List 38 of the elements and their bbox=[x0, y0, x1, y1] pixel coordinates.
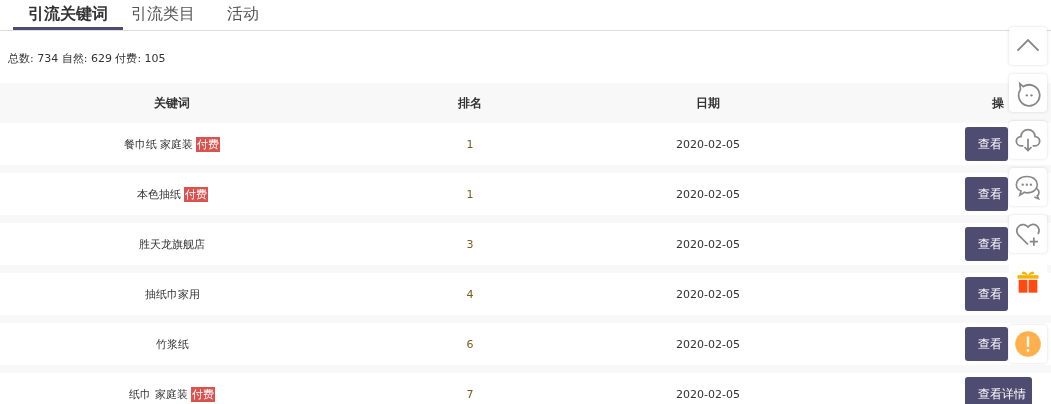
view-details-button[interactable]: 查看 bbox=[965, 277, 1008, 311]
paid-tag: 付费 bbox=[196, 136, 221, 152]
paid-tag: 付费 bbox=[183, 186, 208, 202]
keyword-text: 抽纸巾家用 bbox=[144, 286, 200, 302]
date-text: 2020-02-05 bbox=[676, 187, 740, 201]
date-text: 2020-02-05 bbox=[676, 387, 740, 401]
column-header: 关键词 bbox=[154, 94, 190, 112]
date-text: 2020-02-05 bbox=[676, 237, 740, 251]
cloud-download-icon[interactable] bbox=[1014, 126, 1042, 154]
tab[interactable]: 活动 bbox=[203, 0, 283, 30]
rank-text: 3 bbox=[466, 237, 474, 251]
keyword-text: 纸巾 家庭装 bbox=[129, 386, 188, 402]
rank-text: 1 bbox=[466, 137, 474, 151]
column-header: 排名 bbox=[458, 94, 482, 112]
rank-text: 6 bbox=[466, 337, 474, 351]
view-details-button[interactable]: 查看 bbox=[965, 227, 1008, 261]
column-header: 日期 bbox=[696, 94, 720, 112]
chat-icon[interactable] bbox=[1014, 173, 1042, 201]
view-details-button[interactable]: 查看 bbox=[965, 177, 1008, 211]
summary-text: 总数: 734 自然: 629 付费: 105 bbox=[8, 51, 166, 63]
rank-text: 1 bbox=[466, 187, 474, 201]
rank-text: 4 bbox=[466, 287, 474, 301]
view-details-button[interactable]: 查看 bbox=[965, 127, 1008, 161]
date-text: 2020-02-05 bbox=[676, 337, 740, 351]
keyword-text: 胜天龙旗舰店 bbox=[139, 236, 205, 252]
tab[interactable]: 引流类目 bbox=[123, 0, 203, 30]
column-header: 操 bbox=[992, 94, 1004, 112]
view-details-button[interactable]: 查看详情 bbox=[965, 377, 1032, 404]
keyword-text: 竹浆纸 bbox=[155, 336, 189, 352]
keyword-text: 本色抽纸 bbox=[136, 186, 181, 202]
paid-tag: 付费 bbox=[190, 386, 215, 402]
rank-text: 7 bbox=[466, 387, 474, 401]
keyword-text: 餐巾纸 家庭装 bbox=[123, 136, 194, 152]
view-details-button[interactable]: 查看 bbox=[965, 327, 1008, 361]
date-text: 2020-02-05 bbox=[676, 137, 740, 151]
tab[interactable]: 引流关键词 bbox=[13, 0, 123, 30]
date-text: 2020-02-05 bbox=[676, 287, 740, 301]
alert-icon[interactable] bbox=[1014, 330, 1042, 358]
